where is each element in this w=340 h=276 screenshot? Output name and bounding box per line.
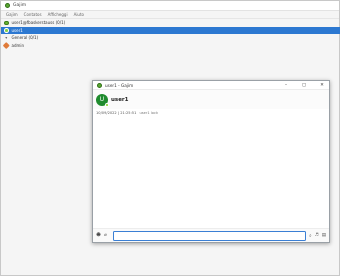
main-titlebar: Gajim [1, 1, 339, 11]
roster-account-label: user1@fbaskerstauss (0/1) [11, 20, 66, 26]
chat-titlebar: user1 - Gajim – ▢ ✕ [93, 81, 329, 90]
roster-list: user1@fbaskerstauss (0/1) user1 ▾ Genera… [1, 19, 340, 49]
gajim-logo-icon [97, 82, 102, 88]
close-button[interactable]: ✕ [319, 83, 325, 88]
roster-admin-row[interactable]: admin [1, 42, 340, 50]
roster-contact-row[interactable]: user1 [1, 26, 340, 34]
input-actions: ⌕ ♬ ▤ [309, 233, 326, 239]
menu-gajim[interactable]: Gajim [6, 12, 18, 17]
avatar[interactable]: U [96, 93, 109, 107]
online-status-icon [4, 28, 9, 33]
menu-contacts[interactable]: Contatos [24, 12, 42, 17]
roster-account-row[interactable]: user1@fbaskerstauss (0/1) [1, 19, 340, 27]
window-controls: – ▢ ✕ [283, 81, 325, 90]
maximize-button[interactable]: ▢ [301, 83, 307, 88]
gajim-logo-icon [5, 3, 10, 8]
roster-admin-label: admin [11, 42, 25, 48]
collapse-arrow-icon[interactable]: ▾ [4, 35, 9, 40]
message-input[interactable] [113, 230, 307, 241]
emoji-icon[interactable]: ☻ [96, 233, 101, 238]
menubar: Gajim Contatos Afficheggi Aiuto [1, 11, 339, 19]
search-icon[interactable]: ⌕ [309, 233, 312, 239]
message-text: user1 lock [139, 111, 159, 115]
attach-icon[interactable]: ⌀ [103, 233, 108, 238]
menu-icon[interactable]: ▤ [322, 233, 326, 238]
contact-name: user1 [111, 96, 129, 103]
roster-contact-label: user1 [11, 27, 23, 33]
menu-view[interactable]: Afficheggi [48, 12, 68, 17]
admin-icon [3, 42, 10, 49]
chat-header: U user1 [93, 90, 329, 109]
online-status-icon [105, 102, 109, 107]
message-line: 10/09/2022 | 21:25:51 user1 lock [96, 111, 326, 115]
chat-window-title: user1 - Gajim [105, 82, 134, 88]
chat-window: user1 - Gajim – ▢ ✕ U user1 10/09/2022 |… [92, 80, 330, 243]
roster-group-row[interactable]: ▾ General (0/1) [1, 34, 340, 42]
avatar-letter: U [99, 96, 105, 103]
roster-group-label: General (0/1) [11, 35, 39, 41]
menu-help[interactable]: Aiuto [74, 12, 84, 17]
voice-icon[interactable]: ♬ [315, 233, 319, 238]
message-timestamp: 10/09/2022 | 21:25:51 [96, 111, 137, 115]
main-window-title: Gajim [13, 3, 27, 8]
conversation-view[interactable]: 10/09/2022 | 21:25:51 user1 lock [93, 109, 329, 228]
online-status-icon [4, 20, 9, 25]
input-bar: ☻ ⌀ ⌕ ♬ ▤ [93, 228, 329, 242]
minimize-button[interactable]: – [283, 83, 289, 88]
